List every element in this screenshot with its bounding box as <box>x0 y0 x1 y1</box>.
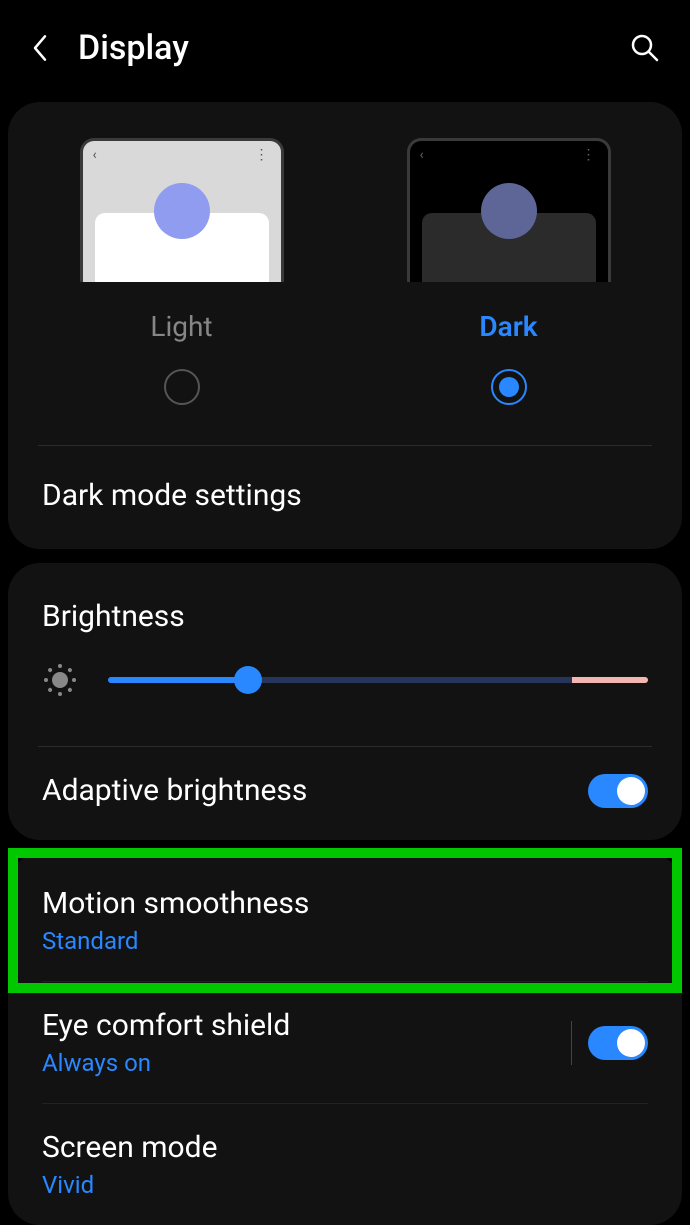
adaptive-brightness-switch[interactable] <box>588 774 648 808</box>
screen-mode-row[interactable]: Screen mode Vivid <box>8 1104 682 1225</box>
motion-smoothness-row[interactable]: Motion smoothness Standard <box>8 860 682 981</box>
screen-mode-title: Screen mode <box>42 1130 648 1165</box>
eye-comfort-value: Always on <box>42 1049 571 1077</box>
theme-label-light: Light <box>150 310 212 343</box>
theme-preview-dark: ‹⋮ <box>407 138 611 282</box>
theme-option-light[interactable]: ‹⋮ Light <box>18 138 345 405</box>
adaptive-brightness-row[interactable]: Adaptive brightness <box>8 747 682 840</box>
motion-smoothness-value: Standard <box>42 927 648 955</box>
brightness-card: Brightness Adaptive brightness <box>8 563 682 840</box>
theme-radio-light[interactable] <box>164 369 200 405</box>
dark-mode-settings-row[interactable]: Dark mode settings <box>8 446 682 549</box>
display-settings-card: Motion smoothness Standard Eye comfort s… <box>8 854 682 1225</box>
theme-card: ‹⋮ Light ‹⋮ Dark Dark mode settings <box>8 102 682 549</box>
search-icon[interactable] <box>630 33 660 63</box>
eye-comfort-row[interactable]: Eye comfort shield Always on <box>8 982 682 1103</box>
theme-option-dark[interactable]: ‹⋮ Dark <box>345 138 672 405</box>
page-title: Display <box>78 28 189 68</box>
screen-mode-value: Vivid <box>42 1171 648 1199</box>
brightness-slider[interactable] <box>108 665 648 695</box>
brightness-icon <box>42 662 78 698</box>
brightness-title: Brightness <box>42 599 648 634</box>
header: Display <box>0 0 690 88</box>
eye-comfort-title: Eye comfort shield <box>42 1008 571 1043</box>
back-icon[interactable] <box>30 33 50 63</box>
eye-comfort-switch[interactable] <box>588 1026 648 1060</box>
dark-mode-settings-label: Dark mode settings <box>42 478 302 513</box>
theme-preview-light: ‹⋮ <box>80 138 284 282</box>
theme-label-dark: Dark <box>479 310 537 343</box>
theme-radio-dark[interactable] <box>491 369 527 405</box>
adaptive-brightness-label: Adaptive brightness <box>42 773 307 808</box>
motion-smoothness-title: Motion smoothness <box>42 886 648 921</box>
